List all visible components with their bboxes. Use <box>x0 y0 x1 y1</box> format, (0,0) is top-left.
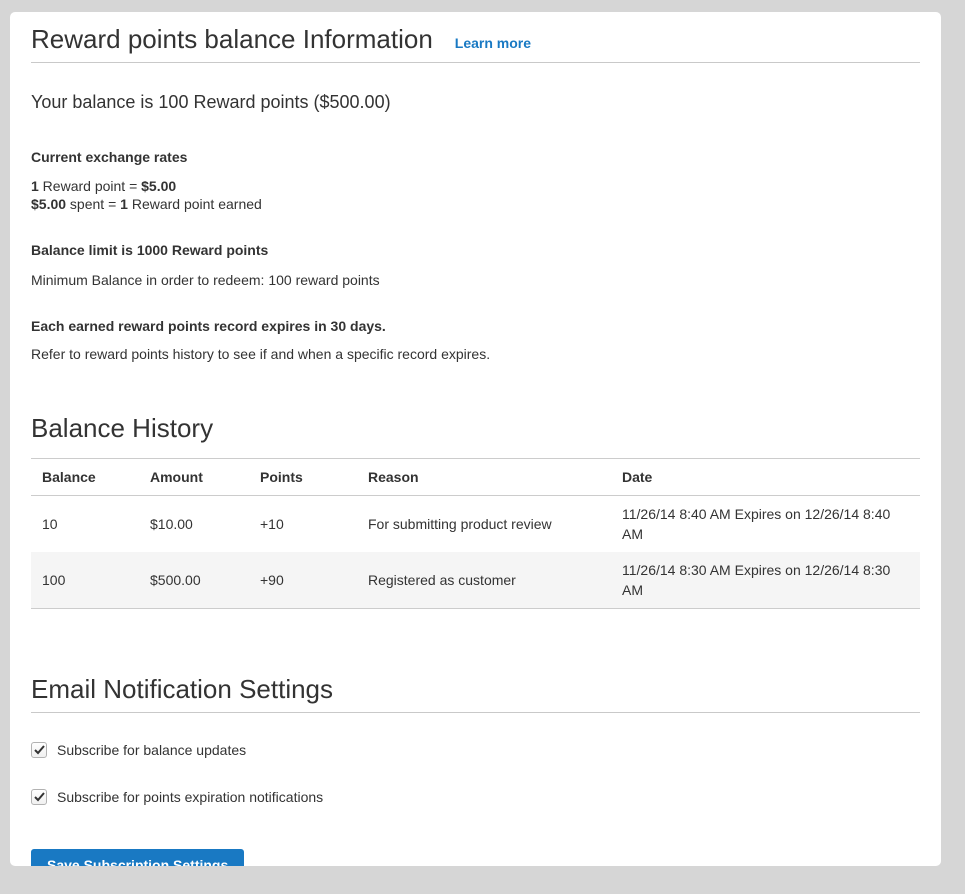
subscribe-balance-updates-checkbox[interactable] <box>31 742 47 758</box>
subscribe-balance-updates-label[interactable]: Subscribe for balance updates <box>57 740 246 760</box>
page-title: Reward points balance Information <box>31 24 433 55</box>
learn-more-link[interactable]: Learn more <box>455 35 531 51</box>
column-header-date: Date <box>611 459 920 496</box>
cell-points: +10 <box>249 496 357 553</box>
email-settings-heading: Email Notification Settings <box>31 674 920 705</box>
page-header: Reward points balance Information Learn … <box>31 24 920 63</box>
balance-history-heading: Balance History <box>31 413 920 444</box>
min-balance-text: Minimum Balance in order to redeem: 100 … <box>31 272 920 288</box>
table-header-row: Balance Amount Points Reason Date <box>31 459 920 496</box>
cell-balance: 10 <box>31 496 139 553</box>
cell-amount: $10.00 <box>139 496 249 553</box>
column-header-reason: Reason <box>357 459 611 496</box>
exchange-rates-lines: 1 Reward point = $5.00 $5.00 spent = 1 R… <box>31 177 920 213</box>
save-subscription-settings-button[interactable]: Save Subscription Settings <box>31 849 244 866</box>
cell-amount: $500.00 <box>139 552 249 609</box>
column-header-amount: Amount <box>139 459 249 496</box>
table-row: 10 $10.00 +10 For submitting product rev… <box>31 496 920 553</box>
check-icon <box>34 745 45 755</box>
cell-date: 11/26/14 8:40 AM Expires on 12/26/14 8:4… <box>611 496 920 553</box>
subscribe-expiration-notifications-label[interactable]: Subscribe for points expiration notifica… <box>57 787 323 807</box>
exchange-rates-heading: Current exchange rates <box>31 149 920 165</box>
subscribe-expiration-notifications-field: Subscribe for points expiration notifica… <box>31 787 920 807</box>
cell-points: +90 <box>249 552 357 609</box>
rate-line-points-to-currency: 1 Reward point = $5.00 <box>31 178 176 194</box>
subscribe-expiration-notifications-checkbox[interactable] <box>31 789 47 805</box>
subscribe-balance-updates-field: Subscribe for balance updates <box>31 740 920 760</box>
balance-summary: Your balance is 100 Reward points ($500.… <box>31 90 920 114</box>
cell-date: 11/26/14 8:30 AM Expires on 12/26/14 8:3… <box>611 552 920 609</box>
check-icon <box>34 792 45 802</box>
table-row: 100 $500.00 +90 Registered as customer 1… <box>31 552 920 609</box>
rate-line-currency-to-points: $5.00 spent = 1 Reward point earned <box>31 196 262 212</box>
expiration-rule-text: Each earned reward points record expires… <box>31 318 920 334</box>
cell-reason: Registered as customer <box>357 552 611 609</box>
column-header-points: Points <box>249 459 357 496</box>
cell-reason: For submitting product review <box>357 496 611 553</box>
email-settings-header: Email Notification Settings <box>31 674 920 713</box>
balance-history-table: Balance Amount Points Reason Date 10 $10… <box>31 458 920 609</box>
cell-balance: 100 <box>31 552 139 609</box>
reward-points-card: Reward points balance Information Learn … <box>10 12 941 866</box>
column-header-balance: Balance <box>31 459 139 496</box>
expiration-note-text: Refer to reward points history to see if… <box>31 346 920 362</box>
balance-limit-text: Balance limit is 1000 Reward points <box>31 242 920 258</box>
